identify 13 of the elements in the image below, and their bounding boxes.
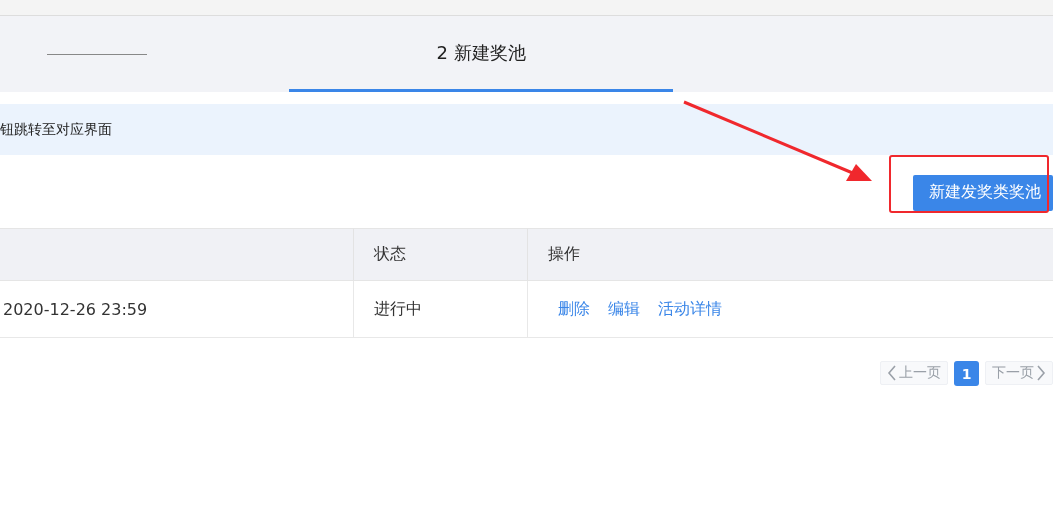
notice-text: 钮跳转至对应界面 [0, 120, 112, 139]
create-pool-button[interactable]: 新建发奖类奖池 [913, 174, 1053, 211]
action-link[interactable]: 活动详情 [658, 298, 722, 320]
action-link[interactable]: 编辑 [608, 298, 640, 320]
chevron-left-icon [887, 365, 897, 381]
chevron-right-icon [1036, 365, 1046, 381]
table-header-cell: 状态 [353, 228, 527, 281]
page-number-button[interactable]: 1 [954, 361, 979, 386]
table-header-cell: 操作 [527, 228, 1053, 281]
step-tab[interactable]: 2 新建奖池 [289, 16, 673, 92]
table-cell: 进行中 [374, 298, 422, 320]
table-cell: 2020-12-26 23:59 [3, 299, 148, 319]
action-link[interactable]: 删除 [558, 298, 590, 320]
